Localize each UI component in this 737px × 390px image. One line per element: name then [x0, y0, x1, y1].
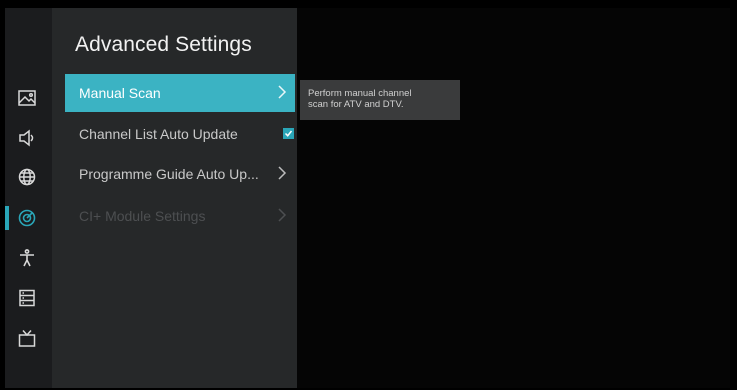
chevron-right-icon: [278, 166, 287, 180]
tooltip-line: Perform manual channel: [308, 88, 412, 99]
network-icon[interactable]: [15, 165, 39, 189]
menu-item-label: Manual Scan: [79, 85, 161, 101]
menu-item-label: Channel List Auto Update: [79, 126, 238, 142]
system-icon[interactable]: [15, 286, 39, 310]
help-tooltip: Perform manual channel scan for ATV and …: [300, 80, 460, 120]
chevron-right-icon: [278, 208, 287, 222]
accessibility-icon[interactable]: [15, 246, 39, 270]
menu-item-label: Programme Guide Auto Up...: [79, 166, 259, 182]
menu-item-channel-list-auto-update[interactable]: Channel List Auto Update: [65, 115, 295, 153]
channel-icon[interactable]: [5, 206, 39, 230]
auto-update-checkbox[interactable]: [283, 128, 294, 139]
settings-icon-rail: [5, 8, 52, 388]
tv-icon[interactable]: [15, 326, 39, 350]
menu-item-label: CI+ Module Settings: [79, 208, 206, 224]
tooltip-line: scan for ATV and DTV.: [308, 99, 404, 110]
chevron-right-icon: [278, 85, 287, 99]
menu-item-ci-module-settings: CI+ Module Settings: [65, 197, 295, 235]
page-title: Advanced Settings: [75, 33, 252, 56]
tv-screen: Advanced Settings Manual Scan Channel Li…: [5, 8, 730, 388]
picture-icon[interactable]: [15, 86, 39, 110]
checkmark-icon: [284, 130, 293, 137]
sound-icon[interactable]: [15, 126, 39, 150]
menu-item-programme-guide-auto-update[interactable]: Programme Guide Auto Up...: [65, 155, 295, 193]
menu-item-manual-scan[interactable]: Manual Scan: [65, 74, 295, 112]
